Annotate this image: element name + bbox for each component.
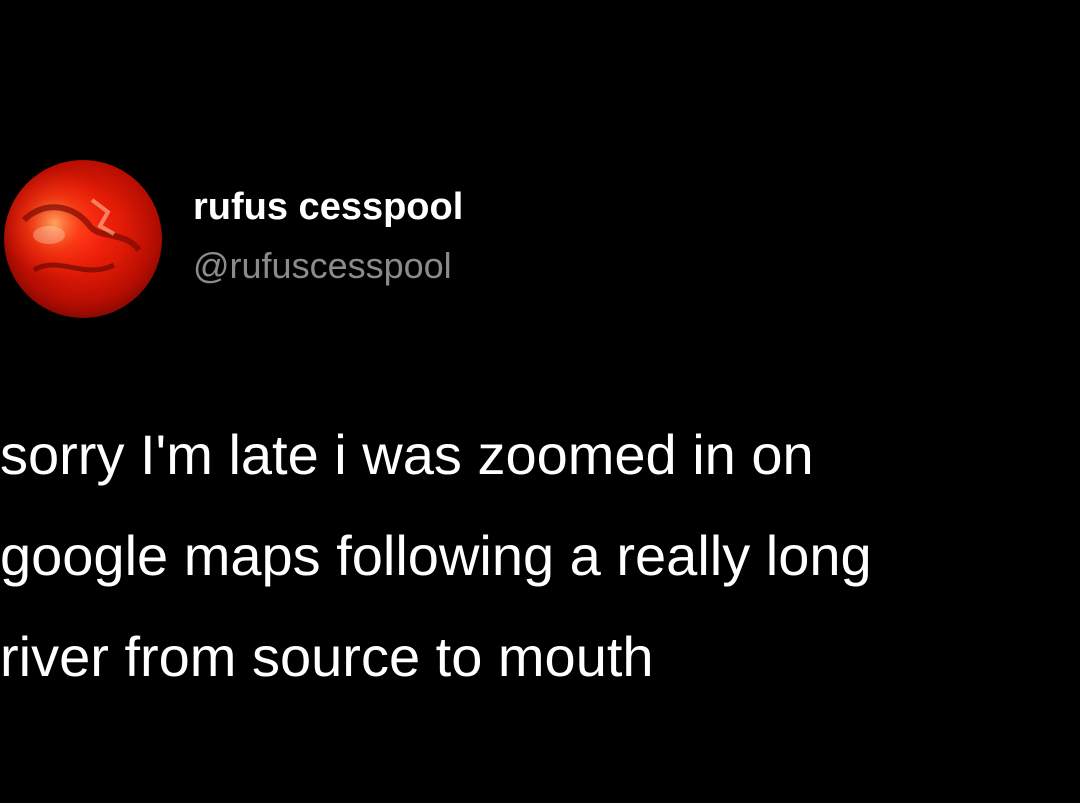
tweet-text: sorry I'm late i was zoomed in on google… (0, 404, 1080, 707)
avatar[interactable] (4, 160, 162, 318)
tweet-text-line: river from source to mouth (0, 625, 654, 688)
tweet-card: rufus cesspool @rufuscesspool sorry I'm … (0, 0, 1080, 803)
tweet-text-line: sorry I'm late i was zoomed in on (0, 423, 814, 486)
tweet-text-line: google maps following a really long (0, 524, 872, 587)
display-name[interactable]: rufus cesspool (193, 185, 463, 229)
avatar-image-icon (4, 160, 162, 318)
user-handle[interactable]: @rufuscesspool (193, 244, 452, 288)
